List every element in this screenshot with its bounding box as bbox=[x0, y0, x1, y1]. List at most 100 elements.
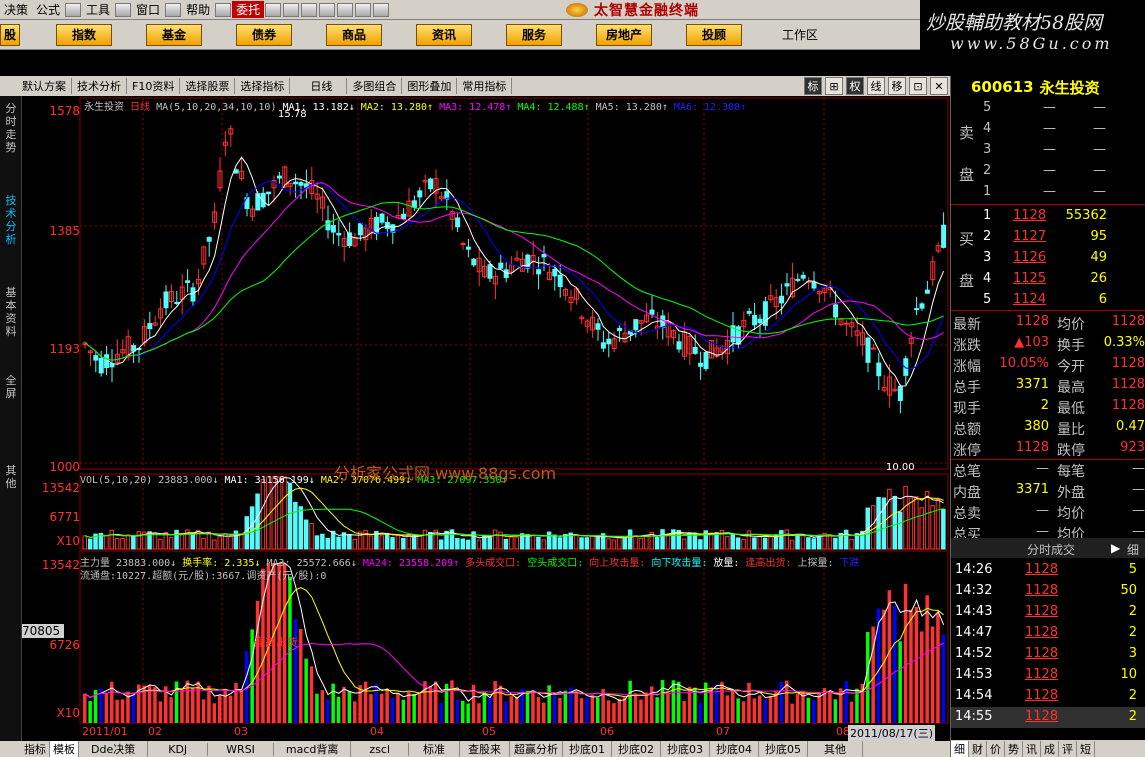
tab-wrsi[interactable]: WRSI bbox=[208, 742, 274, 756]
tab-bottom02[interactable]: 抄底02 bbox=[612, 741, 662, 757]
workarea-label[interactable]: 工作区 bbox=[782, 26, 818, 43]
toolbar-icon-4[interactable] bbox=[319, 2, 336, 17]
quote-tab[interactable]: 短 bbox=[1077, 740, 1095, 757]
move-button[interactable]: 移 bbox=[888, 77, 906, 95]
quote-tab[interactable]: 讯 bbox=[1023, 740, 1041, 757]
close-icon[interactable]: ✕ bbox=[930, 77, 948, 95]
tab-basic-info[interactable]: 基本资料 bbox=[2, 286, 20, 338]
menu-trade[interactable]: 委托 bbox=[232, 1, 265, 18]
tab-more[interactable]: 其他 bbox=[808, 741, 864, 757]
quote-tab[interactable]: 成 bbox=[1041, 740, 1059, 757]
tab-bottom04[interactable]: 抄底04 bbox=[710, 741, 760, 757]
f10-button[interactable]: F10资料 bbox=[127, 78, 181, 94]
buy-level-row[interactable]: 2 1127 95 bbox=[951, 227, 1145, 248]
buy-level-row[interactable]: 4 1125 26 bbox=[951, 269, 1145, 290]
category-index-button[interactable]: 指数 bbox=[56, 23, 112, 46]
tab-indicator[interactable]: 指标 bbox=[0, 741, 50, 757]
mark-button[interactable]: 标 bbox=[804, 77, 822, 95]
select-indicator-button[interactable]: 选择指标 bbox=[235, 78, 291, 94]
trade-row[interactable]: 14:55 1128 2 bbox=[951, 707, 1145, 728]
tab-template[interactable]: 模板 bbox=[50, 741, 79, 757]
sell-level-row[interactable]: 1 — — bbox=[951, 182, 1145, 203]
trades-arrow-icon[interactable]: ▶ bbox=[1111, 541, 1120, 555]
line-button[interactable]: 线 bbox=[867, 77, 885, 95]
tab-macd[interactable]: macd背离 bbox=[274, 741, 352, 757]
select-stock-button[interactable]: 选择股票 bbox=[180, 78, 236, 94]
sell-level-row[interactable]: 2 — — bbox=[951, 161, 1145, 182]
menu-formula[interactable]: 公式 bbox=[32, 1, 64, 18]
trade-row[interactable]: 14:52 1128 3 bbox=[951, 644, 1145, 665]
tab-fullscreen[interactable]: 全屏 bbox=[2, 374, 20, 400]
quote-tab[interactable]: 细 bbox=[951, 740, 969, 757]
tab-bottom01[interactable]: 抄底01 bbox=[563, 741, 613, 757]
scheme-dropdown[interactable]: 默认方案 bbox=[0, 78, 72, 94]
rights-button[interactable]: 权 bbox=[846, 77, 864, 95]
crosshair-icon[interactable]: ⊞ bbox=[825, 77, 843, 95]
buy-level-row[interactable]: 3 1126 49 bbox=[951, 248, 1145, 269]
trade-row[interactable]: 14:53 1128 10 bbox=[951, 665, 1145, 686]
query-help-icon[interactable] bbox=[373, 2, 390, 17]
tab-standard[interactable]: 标准 bbox=[409, 741, 461, 757]
category-commodity-button[interactable]: 商品 bbox=[326, 23, 382, 46]
toolbar-icon-6[interactable] bbox=[355, 2, 372, 17]
menu-window[interactable]: 窗口 bbox=[132, 1, 164, 18]
category-news-button[interactable]: 资讯 bbox=[416, 23, 472, 46]
candle-body bbox=[465, 246, 471, 250]
tab-zscl[interactable]: zscl bbox=[351, 742, 410, 756]
tab-dde[interactable]: Dde决策 bbox=[79, 741, 149, 757]
volume-bar bbox=[757, 536, 762, 550]
quote-tab[interactable]: 价 bbox=[987, 740, 1005, 757]
category-fund-button[interactable]: 基金 bbox=[146, 23, 202, 46]
tab-search[interactable]: 查股来 bbox=[460, 741, 511, 757]
volume-bar bbox=[293, 501, 298, 550]
help-icon[interactable] bbox=[215, 2, 232, 17]
toolbar-icon-5[interactable] bbox=[337, 2, 354, 17]
flow-bar bbox=[504, 701, 508, 723]
trades-detail-tab[interactable]: 细 bbox=[1127, 541, 1139, 558]
tab-technical[interactable]: 技术分析 bbox=[2, 194, 20, 246]
tab-bottom05[interactable]: 抄底05 bbox=[759, 741, 809, 757]
formula-icon[interactable] bbox=[65, 2, 82, 17]
tech-analysis-dropdown[interactable]: 技术分析 bbox=[72, 78, 127, 94]
toolbar-icon-2[interactable] bbox=[283, 2, 300, 17]
overlay-button[interactable]: 图形叠加 bbox=[402, 78, 458, 94]
tab-super[interactable]: 超赢分析 bbox=[510, 741, 564, 757]
tab-other[interactable]: 其他 bbox=[2, 464, 20, 490]
restore-icon[interactable]: ⊡ bbox=[909, 77, 927, 95]
trade-row[interactable]: 14:43 1128 2 bbox=[951, 602, 1145, 623]
tab-bottom03[interactable]: 抄底03 bbox=[661, 741, 711, 757]
sell-level-row[interactable]: 3 — — bbox=[951, 140, 1145, 161]
tools-icon[interactable] bbox=[115, 2, 132, 17]
menu-tools[interactable]: 工具 bbox=[82, 1, 114, 18]
trade-row[interactable]: 14:32 1128 50 bbox=[951, 581, 1145, 602]
sell-level-row[interactable]: 4 — — bbox=[951, 119, 1145, 140]
quote-tab[interactable]: 势 bbox=[1005, 740, 1023, 757]
tab-intraday[interactable]: 分时走势 bbox=[2, 102, 20, 154]
category-advisor-button[interactable]: 投顾 bbox=[686, 23, 742, 46]
window-icon[interactable] bbox=[165, 2, 182, 17]
flow-bar bbox=[88, 701, 92, 723]
category-stock-button[interactable]: 股 bbox=[0, 23, 20, 46]
menu-help[interactable]: 帮助 bbox=[182, 1, 214, 18]
common-indicator-dropdown[interactable]: 常用指标 bbox=[457, 78, 513, 94]
buy-level-row[interactable]: 5 1124 6 bbox=[951, 290, 1145, 311]
trade-row[interactable]: 14:47 1128 2 bbox=[951, 623, 1145, 644]
flow-bar bbox=[315, 693, 319, 723]
category-service-button[interactable]: 服务 bbox=[506, 23, 562, 46]
tab-kdj[interactable]: KDJ bbox=[148, 742, 209, 756]
toolbar-icon-1[interactable] bbox=[265, 2, 282, 17]
chart-area[interactable]: 1578 1385 1193 1000 13542 6771 X10 13542… bbox=[22, 96, 950, 741]
buy-level-row[interactable]: 1 1128 55362 bbox=[951, 206, 1145, 227]
trade-row[interactable]: 14:54 1128 2 bbox=[951, 686, 1145, 707]
toolbar-icon-3[interactable] bbox=[301, 2, 318, 17]
trade-row[interactable]: 14:26 1128 5 bbox=[951, 560, 1145, 581]
quote-tab[interactable]: 评 bbox=[1059, 740, 1077, 757]
category-realestate-button[interactable]: 房地产 bbox=[596, 23, 652, 46]
chart-canvas[interactable] bbox=[22, 96, 950, 741]
quote-tab[interactable]: 财 bbox=[969, 740, 987, 757]
multi-chart-button[interactable]: 多图组合 bbox=[347, 78, 403, 94]
category-bond-button[interactable]: 债券 bbox=[236, 23, 292, 46]
period-dropdown[interactable]: 日线 bbox=[290, 78, 348, 94]
menu-decision[interactable]: 决策 bbox=[0, 1, 32, 18]
sell-level-row[interactable]: 5 — — bbox=[951, 98, 1145, 119]
